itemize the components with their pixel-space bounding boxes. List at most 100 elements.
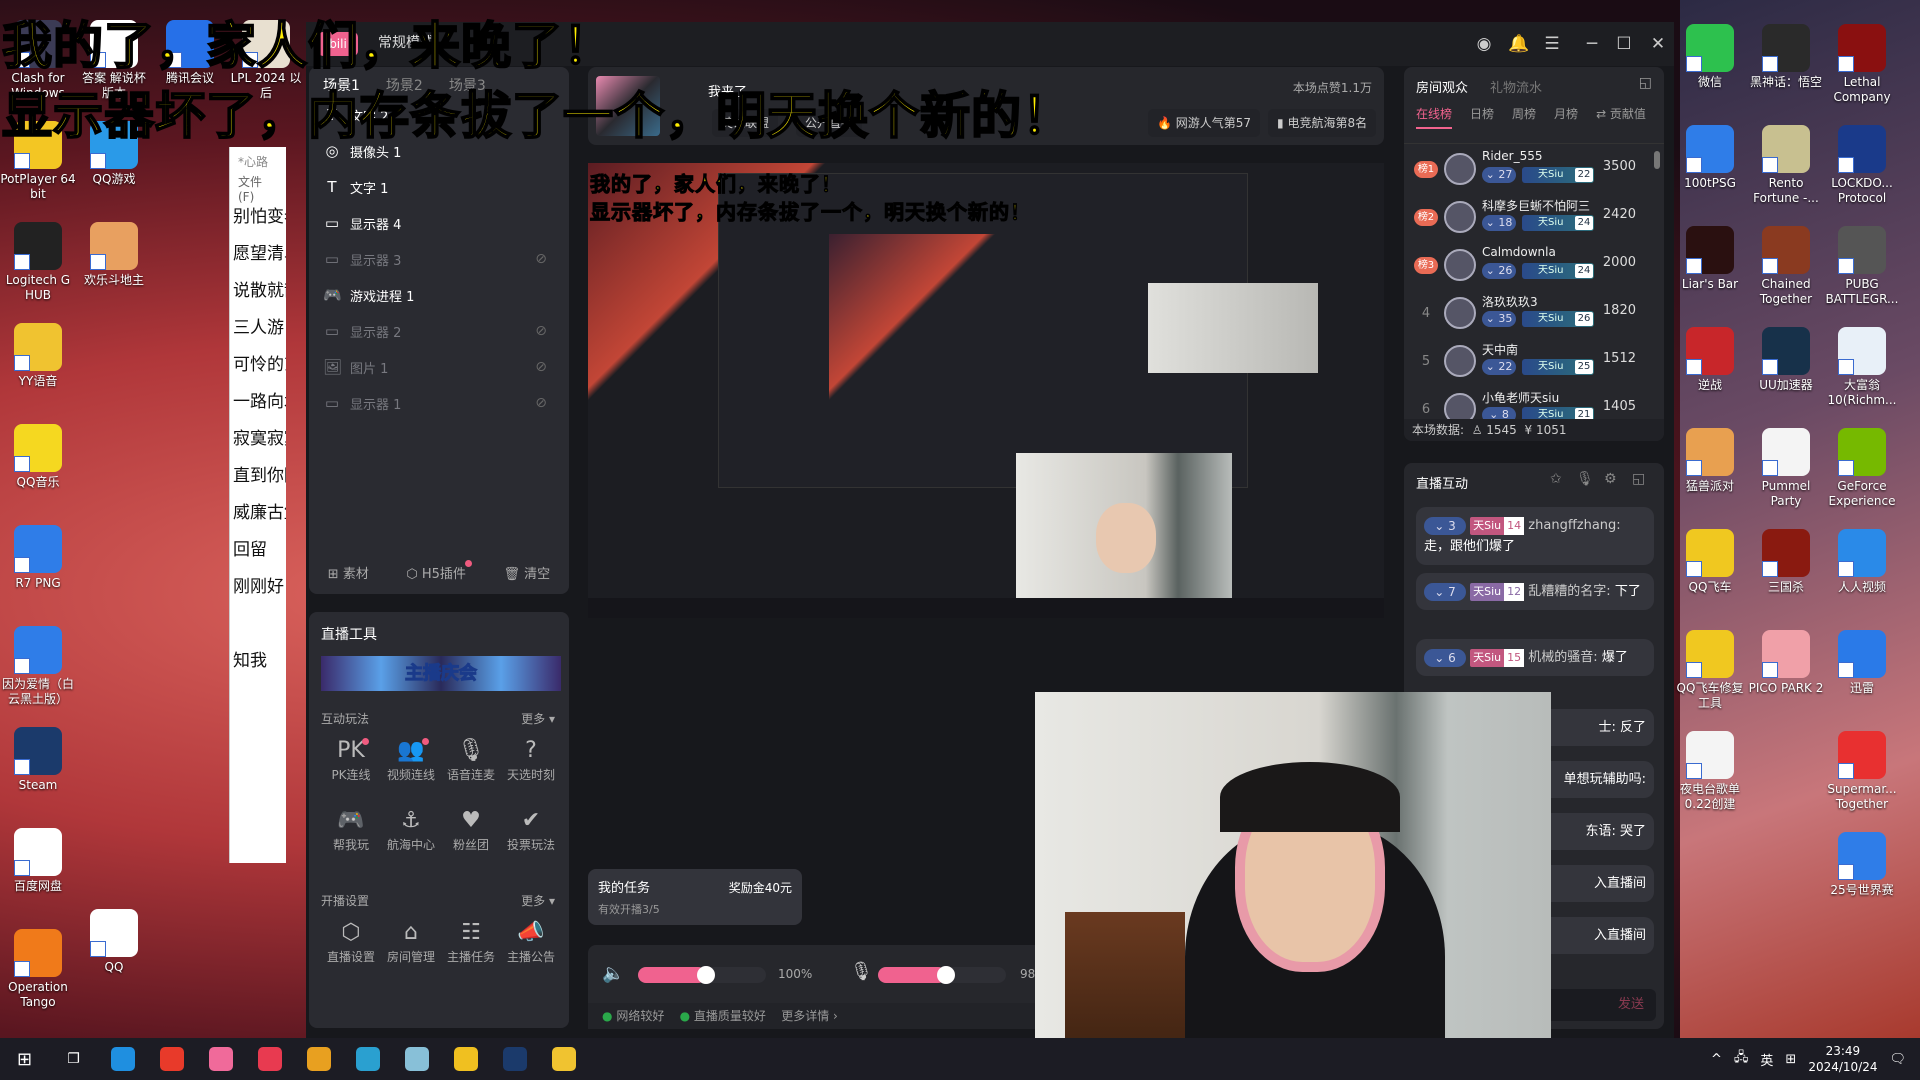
eye-hidden-icon[interactable]: ⊘: [535, 323, 547, 339]
desktop-icon[interactable]: Chained Together: [1748, 226, 1824, 307]
desktop-icon[interactable]: Rento Fortune -...: [1748, 125, 1824, 206]
rank-tab[interactable]: 日榜: [1470, 105, 1494, 129]
esports-rank-chip[interactable]: ▮ 电竞航海第8名: [1268, 109, 1377, 137]
my-task-card[interactable]: 我的任务 奖励金40元 有效开播3/5: [588, 869, 802, 925]
audience-list[interactable]: 榜1 Rider_555 ⌄ 27 天Siu 22 3500 榜2 科摩多巨蜥不怕阿三 ⌄ 18…: [1404, 149, 1664, 419]
ime-indicator[interactable]: 英: [1760, 1050, 1773, 1069]
desktop-icon[interactable]: PUBG BATTLEGR...: [1824, 226, 1900, 307]
taskbar-app[interactable]: [245, 1038, 294, 1080]
taskbar-app[interactable]: [147, 1038, 196, 1080]
avatar[interactable]: [1444, 393, 1476, 419]
desktop-icon[interactable]: R7 PNG: [0, 525, 76, 591]
desktop-icon[interactable]: Liar's Bar: [1672, 226, 1748, 292]
tool-PK连线[interactable]: PK PK连线: [321, 736, 381, 783]
anchor-festival-banner[interactable]: 主播庆会: [321, 656, 561, 691]
desktop-icon[interactable]: 25号世界赛: [1824, 832, 1900, 898]
minimize-icon[interactable]: ─: [1582, 34, 1602, 54]
desktop-icon[interactable]: 黑神话：悟空: [1748, 24, 1824, 90]
audience-row[interactable]: 6 小龟老师天siu ⌄ 8 天Siu 21 1405: [1404, 389, 1654, 419]
desktop-icon[interactable]: 猛兽派对: [1672, 428, 1748, 494]
notepad-content[interactable]: 别怕变老愿望清单说散就散三人游可怜的东一路向北寂寞寂寞直到你降威廉古堡回留刚刚好…: [230, 199, 286, 680]
tool-航海中心[interactable]: ⚓ 航海中心: [381, 806, 441, 853]
eye-hidden-icon[interactable]: ⊘: [535, 395, 547, 411]
tab-gift-flow[interactable]: 礼物流水: [1490, 77, 1542, 96]
taskbar-app[interactable]: [343, 1038, 392, 1080]
tool-房间管理[interactable]: ⌂ 房间管理: [381, 918, 441, 965]
audience-row[interactable]: 榜1 Rider_555 ⌄ 27 天Siu 22 3500: [1404, 149, 1654, 195]
send-button[interactable]: 发送: [1618, 997, 1644, 1012]
desktop-icon[interactable]: 100tPSG: [1672, 125, 1748, 191]
task-view-button[interactable]: ❐: [49, 1038, 98, 1080]
desktop-icon[interactable]: 百度网盘: [0, 828, 76, 894]
desktop-icon[interactable]: 迅雷: [1824, 630, 1900, 696]
desktop-icon[interactable]: Logitech G HUB: [0, 222, 76, 303]
audience-row[interactable]: 4 洛玖玖玖3 ⌄ 35 天Siu 26 1820: [1404, 293, 1654, 339]
tool-视频连线[interactable]: 👥 视频连线: [381, 736, 441, 783]
maximize-icon[interactable]: ☐: [1614, 34, 1634, 54]
ime-mode-icon[interactable]: ⊞: [1785, 1052, 1796, 1067]
desktop-icon[interactable]: 夜电台歌单0.22创建: [1672, 731, 1748, 812]
desktop-icon[interactable]: 逆战: [1672, 327, 1748, 393]
desktop-icon[interactable]: QQ: [76, 909, 152, 975]
voice-icon[interactable]: 🎙: [1576, 471, 1594, 487]
clock[interactable]: 23:49 2024/10/24: [1808, 1043, 1877, 1075]
avatar[interactable]: [1444, 201, 1476, 233]
tab-room-audience[interactable]: 房间观众: [1416, 77, 1468, 96]
clear-button[interactable]: 🗑 清空: [504, 563, 551, 582]
desktop-icon[interactable]: Steam: [0, 727, 76, 793]
rank-tab[interactable]: 在线榜: [1416, 105, 1453, 129]
audience-row[interactable]: 榜2 科摩多巨蜥不怕阿三 ⌄ 18 天Siu 24 2420: [1404, 197, 1654, 243]
rank-tab[interactable]: 月榜: [1554, 105, 1578, 129]
notepad-window[interactable]: *心路 文件(F) 别怕变老愿望清单说散就散三人游可怜的东一路向北寂寞寂寞直到你…: [229, 147, 286, 863]
desktop-icon[interactable]: Supermar... Together: [1824, 731, 1900, 812]
avatar[interactable]: [1444, 297, 1476, 329]
eye-hidden-icon[interactable]: ⊘: [535, 359, 547, 375]
avatar[interactable]: [1444, 249, 1476, 281]
slider-knob[interactable]: [696, 966, 715, 984]
interactive-more-button[interactable]: 更多 ▾: [521, 710, 555, 727]
taskbar-app[interactable]: [98, 1038, 147, 1080]
h5-plugin-button[interactable]: ⬡ H5插件: [406, 559, 472, 582]
rank-tab[interactable]: 周榜: [1512, 105, 1536, 129]
source-item[interactable]: ▭ 显示器 3 ⊘: [323, 241, 555, 277]
more-details-link[interactable]: 更多详情 ›: [781, 1009, 838, 1023]
menu-icon[interactable]: ☰: [1542, 34, 1562, 54]
scrollbar[interactable]: [1654, 151, 1660, 169]
chat-message[interactable]: ⌄ 6 天Siu 15 机械的骚音: 爆了: [1416, 639, 1654, 676]
taskbar-app[interactable]: [294, 1038, 343, 1080]
desktop-icon[interactable]: UU加速器: [1748, 327, 1824, 393]
effects-off-icon[interactable]: ✩: [1550, 471, 1562, 487]
popout-icon[interactable]: ◱: [1632, 471, 1645, 487]
desktop-icon[interactable]: 人人视频: [1824, 529, 1900, 595]
speaker-icon[interactable]: 🔈: [602, 963, 624, 984]
source-item[interactable]: ▭ 显示器 1 ⊘: [323, 385, 555, 421]
rank-tab[interactable]: ⇄ 贡献值: [1596, 105, 1646, 129]
tool-天选时刻[interactable]: ? 天选时刻: [501, 736, 561, 783]
popout-icon[interactable]: ◱: [1639, 75, 1652, 91]
taskbar-app[interactable]: [539, 1038, 588, 1080]
avatar-icon[interactable]: ◉: [1474, 34, 1494, 54]
source-item[interactable]: T 文字 1: [323, 169, 555, 205]
source-item[interactable]: ▭ 显示器 4: [323, 205, 555, 241]
notification-icon[interactable]: 🗨: [1889, 1052, 1906, 1067]
source-item[interactable]: 🖼 图片 1 ⊘: [323, 349, 555, 385]
desktop-icon[interactable]: QQ飞车: [1672, 529, 1748, 595]
taskbar-app[interactable]: [196, 1038, 245, 1080]
desktop-icon[interactable]: 欢乐斗地主: [76, 222, 152, 288]
desktop-icon[interactable]: LOCKDO... Protocol: [1824, 125, 1900, 206]
avatar[interactable]: [1444, 345, 1476, 377]
tray-chevron-icon[interactable]: ^: [1711, 1052, 1722, 1067]
tool-投票玩法[interactable]: ✔ 投票玩法: [501, 806, 561, 853]
popularity-rank-chip[interactable]: 🔥 网游人气第57: [1148, 109, 1261, 137]
source-item[interactable]: ▭ 显示器 2 ⊘: [323, 313, 555, 349]
desktop-icon[interactable]: Pummel Party: [1748, 428, 1824, 509]
desktop-icon[interactable]: Lethal Company: [1824, 24, 1900, 105]
audience-row[interactable]: 榜3 Calmdownla ⌄ 26 天Siu 24 2000: [1404, 245, 1654, 291]
desktop-icon[interactable]: Operation Tango: [0, 929, 76, 1010]
desktop-icon[interactable]: YY语音: [0, 323, 76, 389]
tool-语音连麦[interactable]: 🎙 语音连麦: [441, 736, 501, 783]
add-material-button[interactable]: ⊞ 素材: [328, 563, 369, 582]
chat-message[interactable]: ⌄ 3 天Siu 14 zhangffzhang: 走，跟他们爆了: [1416, 507, 1654, 565]
bell-icon[interactable]: 🔔: [1508, 34, 1529, 54]
source-item[interactable]: 🎮 游戏进程 1: [323, 277, 555, 313]
